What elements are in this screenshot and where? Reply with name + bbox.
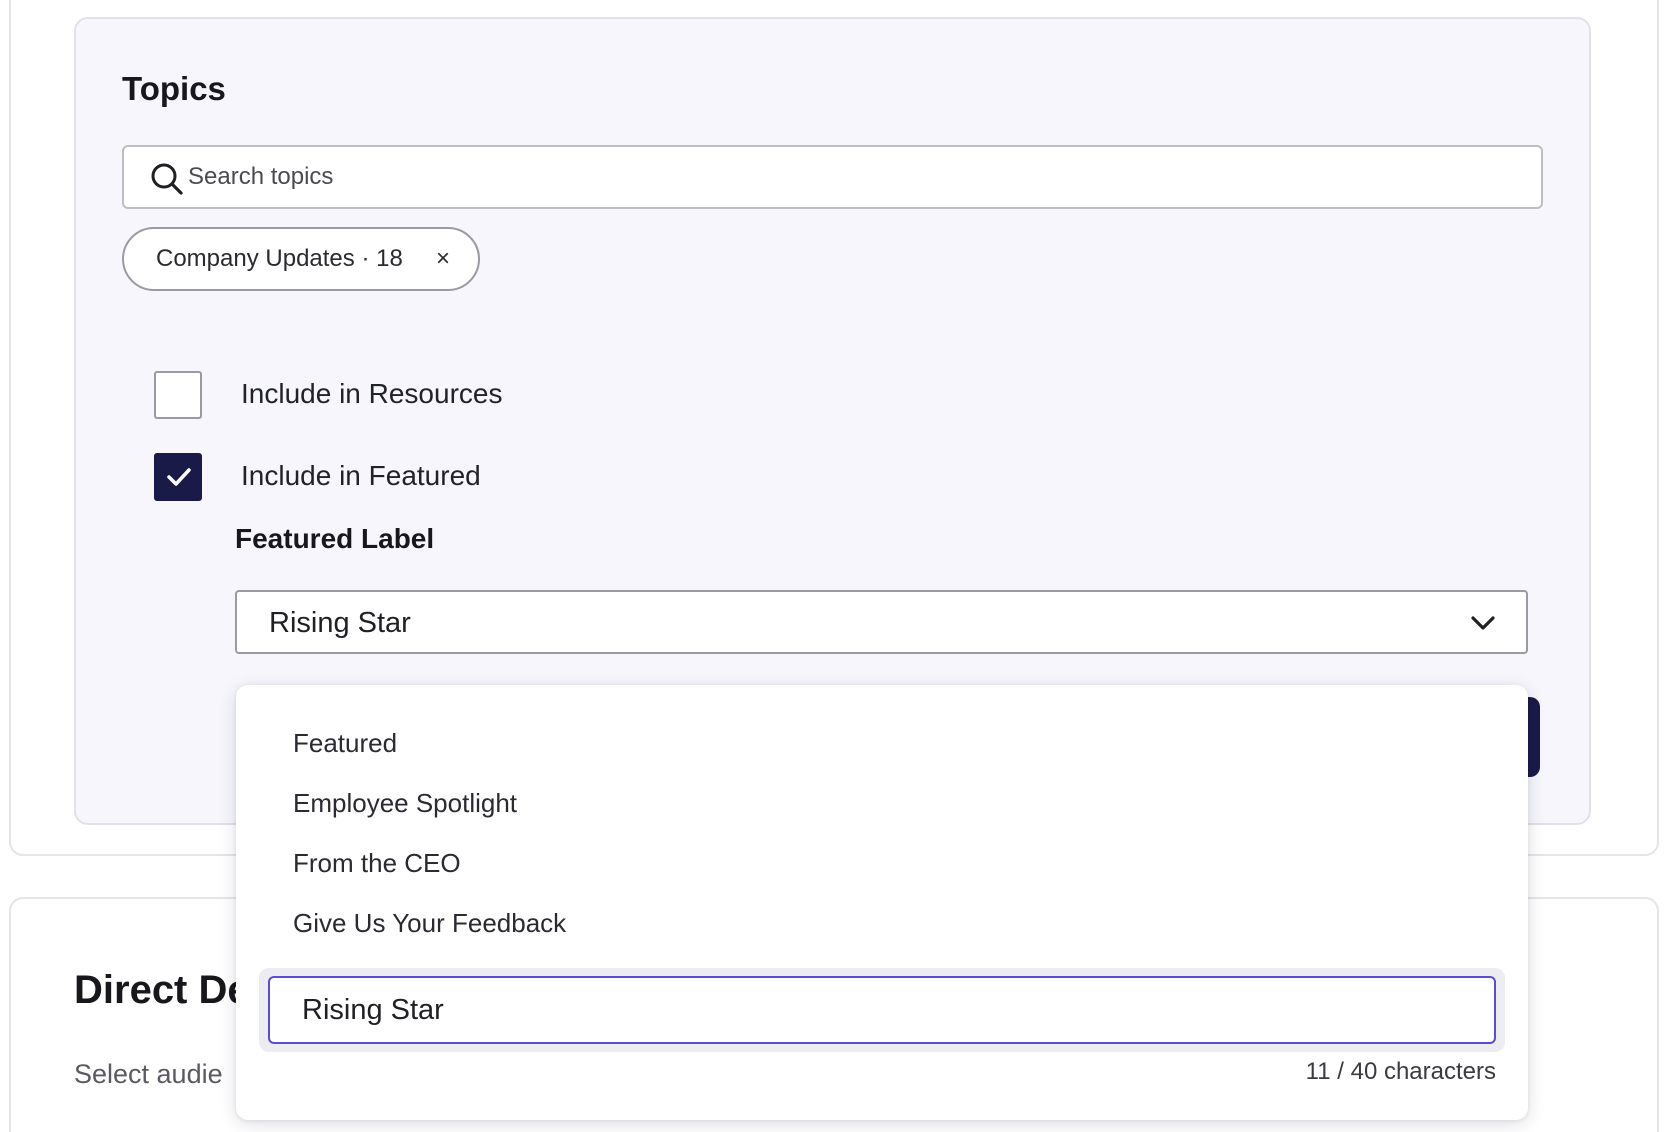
custom-label-field-wrapper xyxy=(259,968,1505,1052)
chevron-down-icon xyxy=(1471,616,1495,630)
include-in-resources-checkbox[interactable] xyxy=(154,371,202,419)
include-in-featured-label[interactable]: Include in Featured xyxy=(241,460,481,492)
custom-label-input[interactable] xyxy=(268,976,1496,1044)
direct-delivery-subtitle: Select audie xyxy=(74,1059,223,1089)
chip-remove-icon[interactable]: × xyxy=(436,245,450,273)
dropdown-option[interactable]: Employee Spotlight xyxy=(293,788,517,819)
dropdown-option[interactable]: Featured xyxy=(293,728,397,759)
featured-label-dropdown: Featured Employee Spotlight From the CEO… xyxy=(236,685,1528,1120)
topics-title: Topics xyxy=(122,70,226,107)
featured-label-heading: Featured Label xyxy=(235,523,435,554)
include-in-featured-checkbox[interactable] xyxy=(154,453,202,501)
topic-chip[interactable]: Company Updates · 18 × xyxy=(122,227,480,291)
featured-label-selected-value: Rising Star xyxy=(269,607,411,639)
topic-chip-label: Company Updates · 18 xyxy=(156,245,403,272)
featured-label-select[interactable]: Rising Star xyxy=(235,590,1528,654)
dropdown-option[interactable]: From the CEO xyxy=(293,848,461,879)
checkmark-icon xyxy=(167,468,191,486)
include-in-resources-label[interactable]: Include in Resources xyxy=(241,378,502,410)
topic-search-box[interactable] xyxy=(122,145,1543,209)
topic-search-input[interactable] xyxy=(188,147,1488,207)
direct-delivery-title: Direct De xyxy=(74,968,250,1012)
search-icon xyxy=(151,163,183,195)
dropdown-option[interactable]: Give Us Your Feedback xyxy=(293,908,566,939)
character-counter: 11 / 40 characters xyxy=(1305,1058,1496,1085)
